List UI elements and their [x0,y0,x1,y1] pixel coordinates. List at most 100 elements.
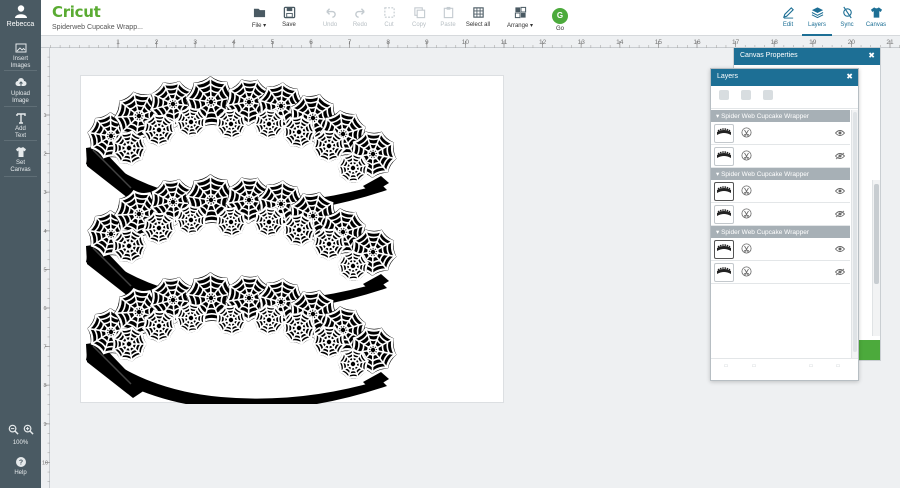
scissors-icon[interactable] [741,266,752,277]
save-button[interactable]: Save [271,6,307,28]
ruler-number: 8 [43,383,46,389]
user-icon [14,5,27,18]
ruler-left: 1 2 3 4 5 6 7 8 9 10 [41,48,50,488]
edit-label: Edit [782,22,794,28]
layer-thumbnail[interactable] [714,240,734,259]
tab-canvas[interactable]: Canvas [861,6,891,28]
scissors-icon[interactable] [741,243,752,254]
canvas-properties-scrollbar[interactable] [872,180,880,336]
layer-group-name: Spider Web Cupcake Wrapper [721,113,809,120]
ruler-number: 18 [771,39,779,46]
select-all-button[interactable]: Select all [460,6,496,28]
eye-slash-icon[interactable] [835,210,845,218]
chevron-down-icon[interactable]: ▾ [716,113,719,120]
canvas-properties-title: Canvas Properties [740,52,798,59]
tab-layers[interactable]: Layers [802,6,832,36]
folder-icon [253,8,265,18]
layers-footer: ▭ ▭ ▭ ▭ [711,358,858,380]
scissors-icon[interactable] [741,185,752,196]
ruler-number: 7 [43,345,46,351]
layer-thumbnail[interactable] [714,147,734,166]
ruler-number: 10 [462,39,470,46]
set-canvas-button[interactable]: Set Canvas [0,146,41,174]
ruler-number: 16 [693,39,701,46]
chevron-down-icon[interactable]: ▾ [716,171,719,178]
layer-row[interactable] [711,180,850,203]
ruler-number: 12 [539,39,547,46]
flatten-button[interactable]: ▭ [823,363,853,369]
duplicate-icon[interactable] [763,90,773,100]
insert-images-button[interactable]: Insert Images [0,42,41,70]
layers-header: Layers ✖ [711,69,858,86]
layers-label: Layers [807,22,826,28]
cricut-logo: Cricut [52,3,101,21]
layers-scrollbar[interactable] [851,110,858,358]
ruler-number: 2 [43,152,46,158]
layer-group-header[interactable]: ▾ Spider Web Cupcake Wrapper [711,168,850,180]
scissors-icon[interactable] [741,127,752,138]
arrange-label: Arrange [506,23,529,29]
layer-group-header[interactable]: ▾ Spider Web Cupcake Wrapper [711,110,850,122]
arrange-button[interactable]: Arrange ▾ [502,6,538,29]
layer-row[interactable] [711,261,850,284]
ruler-number: 6 [309,39,313,46]
eye-icon[interactable] [835,187,845,195]
ruler-number: 8 [386,39,390,46]
weld-button[interactable]: ▭ [739,363,769,369]
eye-slash-icon[interactable] [835,268,845,276]
zoom-out-icon[interactable] [8,424,19,435]
group-icon[interactable] [719,90,729,100]
canvas-properties-action[interactable] [858,340,880,360]
eye-icon[interactable] [835,245,845,253]
canvas-properties-header: Canvas Properties ✖ [734,48,880,65]
tab-edit[interactable]: Edit [773,6,803,28]
close-icon[interactable]: ✖ [868,51,875,60]
scissors-icon[interactable] [741,208,752,219]
undo-icon [325,8,336,18]
add-text-button[interactable]: Add Text [0,112,41,140]
canvas-label: Canvas [865,22,887,28]
upload-image-button[interactable]: Upload Image [0,77,41,105]
sidebar-divider [4,176,37,177]
slice-button[interactable]: ▭ [711,363,741,369]
spiderweb-wrapper-design[interactable] [81,76,505,411]
layer-group-name: Spider Web Cupcake Wrapper [721,171,809,178]
layer-thumbnail[interactable] [714,182,734,201]
ungroup-icon[interactable] [741,90,751,100]
add-text-label-1: Add [15,126,26,132]
layer-row[interactable] [711,122,850,145]
tab-sync[interactable]: Sync [832,6,862,28]
ruler-number: 4 [232,39,236,46]
eye-slash-icon[interactable] [835,152,845,160]
eye-icon[interactable] [835,129,845,137]
layer-group-header[interactable]: ▾ Spider Web Cupcake Wrapper [711,226,850,238]
close-icon[interactable]: ✖ [846,72,853,81]
edit-icon [782,7,794,19]
ruler-number: 7 [348,39,352,46]
layer-thumbnail[interactable] [714,124,734,143]
zoom-controls: 100% [0,424,41,446]
layer-thumbnail[interactable] [714,263,734,282]
brand: Cricut Spiderweb Cupcake Wrapp... [52,3,143,31]
help-button[interactable]: ? Help [0,456,41,477]
chevron-down-icon[interactable]: ▾ [716,229,719,236]
layer-row[interactable] [711,145,850,168]
copy-icon [413,7,425,19]
go-label: Go [555,26,564,32]
go-button[interactable]: G [552,8,568,24]
user-menu[interactable]: Rebecca [0,0,41,36]
top-toolbar: Rebecca Cricut Spiderweb Cupcake Wrapp..… [0,0,900,36]
layer-row[interactable] [711,203,850,226]
ruler-number: 3 [193,39,197,46]
design-canvas[interactable] [80,75,505,411]
shirt-icon [15,147,26,157]
project-name[interactable]: Spiderweb Cupcake Wrapp... [52,24,143,31]
scissors-icon[interactable] [741,150,752,161]
layer-row[interactable] [711,238,850,261]
attach-button[interactable]: ▭ [796,363,826,369]
help-label: Help [14,470,27,476]
ruler-number: 5 [43,267,46,273]
layer-thumbnail[interactable] [714,205,734,224]
zoom-in-icon[interactable] [23,424,34,435]
ruler-number: 19 [809,39,817,46]
